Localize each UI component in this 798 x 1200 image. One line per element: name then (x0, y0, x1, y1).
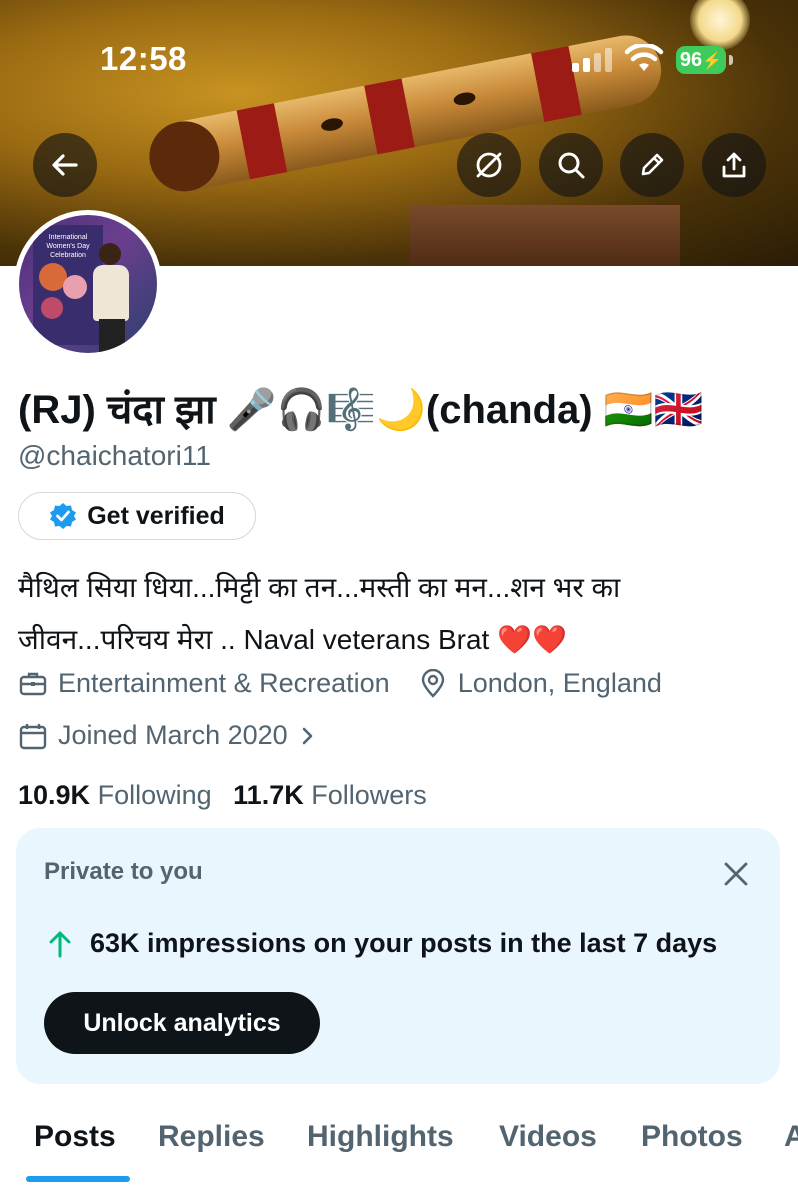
active-tab-indicator (26, 1176, 130, 1182)
banner-light (690, 0, 750, 50)
cellular-signal-icon (572, 48, 614, 72)
display-name: (RJ) चंदा झा 🎤🎧🎼🌙(chanda) 🇮🇳🇬🇧 (18, 388, 704, 432)
handle: @chaichatori11 (18, 440, 211, 471)
location-text: London, England (457, 668, 662, 698)
tab-photos[interactable]: Photos (641, 1120, 743, 1154)
avatar[interactable]: International Women's Day Celebration (14, 210, 162, 358)
unlock-analytics-button[interactable]: Unlock analytics (44, 992, 320, 1054)
location-item: London, England (418, 668, 662, 699)
joined-item[interactable]: Joined March 2020 (18, 720, 318, 751)
back-button[interactable] (33, 133, 97, 197)
get-verified-button[interactable]: Get verified (18, 492, 256, 540)
tab-replies[interactable]: Replies (158, 1120, 265, 1154)
private-label: Private to you (44, 858, 203, 885)
profile-meta: Entertainment & Recreation London, Engla… (18, 668, 662, 699)
close-icon[interactable] (720, 858, 752, 890)
tab-highlights[interactable]: Highlights (307, 1120, 454, 1154)
battery-level: 96 (679, 49, 703, 71)
grok-button[interactable] (457, 133, 521, 197)
share-icon (722, 152, 746, 178)
impressions-stat: 63K impressions on your posts in the las… (46, 928, 717, 959)
status-time: 12:58 (100, 40, 187, 77)
followers-label: Followers (311, 780, 427, 810)
joined-row[interactable]: Joined March 2020 (18, 720, 318, 751)
battery-indicator: 96⚡ (676, 46, 726, 74)
follow-stats: 10.9K Following 11.7K Followers (18, 780, 427, 811)
bio-line-1: मैथिल सिया धिया...मिट्टी का तन...मस्ती क… (18, 572, 621, 603)
avatar-person-body (93, 265, 129, 321)
back-arrow-icon (52, 154, 78, 176)
avatar-person-head (99, 243, 121, 265)
avatar-photo: International Women's Day Celebration (19, 215, 157, 353)
bio-line-2: जीवन...परिचय मेरा .. Naval veterans Brat… (18, 624, 567, 655)
bio: मैथिल सिया धिया...मिट्टी का तन...मस्ती क… (18, 562, 778, 666)
chevron-right-icon (302, 727, 312, 744)
followers-link[interactable]: 11.7K Followers (233, 780, 427, 810)
impressions-text: 63K impressions on your posts in the las… (90, 928, 718, 958)
get-verified-label: Get verified (87, 501, 225, 530)
grok-icon (476, 152, 502, 178)
search-button[interactable] (539, 133, 603, 197)
analytics-card: Private to you 63K impressions on your p… (16, 828, 780, 1084)
briefcase-icon (19, 672, 47, 695)
tab-videos[interactable]: Videos (499, 1120, 597, 1154)
category-text: Entertainment & Recreation (58, 668, 390, 698)
followers-count: 11.7K (233, 780, 304, 810)
tab-articles-partial[interactable]: A (784, 1120, 798, 1154)
battery-tip (729, 55, 733, 65)
tab-posts[interactable]: Posts (34, 1120, 116, 1154)
arrow-up-icon (49, 931, 71, 957)
share-button[interactable] (702, 133, 766, 197)
calendar-icon (19, 723, 47, 749)
avatar-poster-text: International Women's Day Celebration (46, 234, 90, 259)
location-pin-icon (421, 668, 444, 698)
category-item: Entertainment & Recreation (18, 668, 390, 699)
search-icon (558, 152, 585, 179)
banner-brick (410, 205, 680, 266)
following-count: 10.9K (18, 780, 91, 810)
joined-text: Joined March 2020 (58, 720, 288, 750)
wifi-icon (624, 44, 664, 71)
avatar-person-legs (99, 319, 125, 353)
profile-tabs: Posts Replies Highlights Videos Photos A (0, 1110, 798, 1200)
following-link[interactable]: 10.9K Following (18, 780, 212, 810)
edit-button[interactable] (620, 133, 684, 197)
verified-badge-icon (50, 503, 77, 529)
edit-pencil-icon (641, 153, 664, 176)
following-label: Following (97, 780, 212, 810)
